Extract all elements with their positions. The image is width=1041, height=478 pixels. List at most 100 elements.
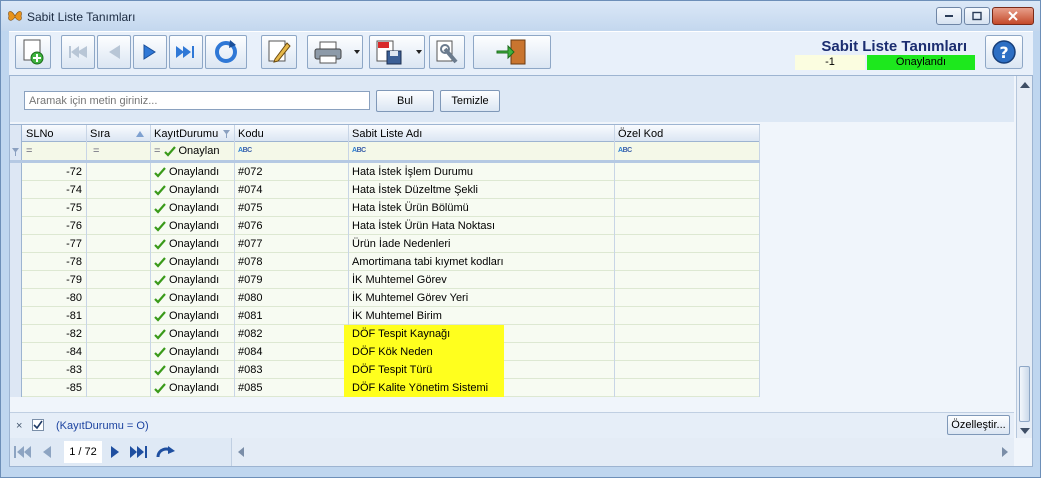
first-record-button[interactable] xyxy=(61,35,95,69)
filter-enable-checkbox[interactable] xyxy=(32,419,44,431)
cell-kayitdurumu[interactable]: Onaylandı xyxy=(151,163,235,181)
row-indicator[interactable] xyxy=(10,217,22,235)
cell-kodu[interactable]: #081 xyxy=(235,307,349,325)
cell-kayitdurumu[interactable]: Onaylandı xyxy=(151,379,235,397)
first-page-icon[interactable] xyxy=(14,445,32,459)
cell-kodu[interactable]: #080 xyxy=(235,289,349,307)
cell-sabit-liste-adi[interactable]: Hata İstek Düzeltme Şekli xyxy=(349,181,615,199)
cell-sira[interactable] xyxy=(87,343,151,361)
cell-ozel-kod[interactable] xyxy=(615,343,760,361)
cell-slno[interactable]: -85 xyxy=(23,379,87,397)
row-indicator[interactable] xyxy=(10,163,22,181)
scroll-thumb[interactable] xyxy=(1019,366,1030,422)
filter-slno[interactable]: = xyxy=(23,142,87,160)
filter-ozel-kod[interactable]: ABC xyxy=(615,142,760,160)
minimize-button[interactable] xyxy=(936,7,962,25)
cell-kayitdurumu[interactable]: Onaylandı xyxy=(151,217,235,235)
cell-kodu[interactable]: #079 xyxy=(235,271,349,289)
cell-sabit-liste-adi[interactable]: DÖF Kalite Yönetim Sistemi xyxy=(349,379,615,397)
cell-ozel-kod[interactable] xyxy=(615,199,760,217)
print-button[interactable] xyxy=(307,35,363,69)
maximize-button[interactable] xyxy=(964,7,990,25)
row-indicator[interactable] xyxy=(10,379,22,397)
cell-kodu[interactable]: #075 xyxy=(235,199,349,217)
search-input[interactable] xyxy=(24,91,370,110)
cell-kayitdurumu[interactable]: Onaylandı xyxy=(151,181,235,199)
filter-kayitdurumu[interactable]: = Onaylan xyxy=(151,142,235,160)
cell-sabit-liste-adi[interactable]: Hata İstek Ürün Hata Noktası xyxy=(349,217,615,235)
table-row[interactable]: -76 Onaylandı #076 Hata İstek Ürün Hata Nok… xyxy=(10,217,760,235)
cell-kodu[interactable]: #072 xyxy=(235,163,349,181)
cell-ozel-kod[interactable] xyxy=(615,163,760,181)
cell-sira[interactable] xyxy=(87,379,151,397)
cell-slno[interactable]: -80 xyxy=(23,289,87,307)
table-row[interactable]: -82 Onaylandı #082 DÖF Tespit Kaynağı xyxy=(10,325,760,343)
cell-sira[interactable] xyxy=(87,361,151,379)
vertical-scrollbar[interactable] xyxy=(1016,76,1032,438)
row-indicator[interactable] xyxy=(10,307,22,325)
column-header-sira[interactable]: Sıra xyxy=(87,125,151,143)
find-button[interactable]: Bul xyxy=(376,90,434,112)
cell-slno[interactable]: -76 xyxy=(23,217,87,235)
cell-slno[interactable]: -72 xyxy=(23,163,87,181)
prev-page-icon[interactable] xyxy=(42,445,52,459)
filter-expression[interactable]: (KayıtDurumu = O) xyxy=(56,420,149,432)
cell-ozel-kod[interactable] xyxy=(615,289,760,307)
cell-slno[interactable]: -78 xyxy=(23,253,87,271)
table-row[interactable]: -78 Onaylandı #078 Amortimana tabi kıymet k… xyxy=(10,253,760,271)
row-indicator[interactable] xyxy=(10,289,22,307)
cell-sabit-liste-adi[interactable]: İK Muhtemel Görev Yeri xyxy=(349,289,615,307)
cell-kodu[interactable]: #082 xyxy=(235,325,349,343)
cell-sira[interactable] xyxy=(87,253,151,271)
cell-sabit-liste-adi[interactable]: İK Muhtemel Görev xyxy=(349,271,615,289)
cell-sira[interactable] xyxy=(87,199,151,217)
cell-slno[interactable]: -84 xyxy=(23,343,87,361)
row-indicator[interactable] xyxy=(10,271,22,289)
cell-kodu[interactable]: #076 xyxy=(235,217,349,235)
cell-sira[interactable] xyxy=(87,217,151,235)
cell-ozel-kod[interactable] xyxy=(615,271,760,289)
cell-ozel-kod[interactable] xyxy=(615,307,760,325)
pdf-save-button[interactable] xyxy=(369,35,425,69)
table-row[interactable]: -75 Onaylandı #075 Hata İstek Ürün Bölümü xyxy=(10,199,760,217)
cell-ozel-kod[interactable] xyxy=(615,235,760,253)
cell-sabit-liste-adi[interactable]: DÖF Kök Neden xyxy=(349,343,615,361)
table-row[interactable]: -72 Onaylandı #072 Hata İstek İşlem Durumu xyxy=(10,163,760,181)
cell-ozel-kod[interactable] xyxy=(615,253,760,271)
cell-slno[interactable]: -75 xyxy=(23,199,87,217)
cell-sabit-liste-adi[interactable]: DÖF Tespit Kaynağı xyxy=(349,325,615,343)
refresh-button[interactable] xyxy=(205,35,247,69)
table-row[interactable]: -74 Onaylandı #074 Hata İstek Düzeltme Şekl… xyxy=(10,181,760,199)
cell-kayitdurumu[interactable]: Onaylandı xyxy=(151,253,235,271)
cell-kodu[interactable]: #085 xyxy=(235,379,349,397)
cell-kayitdurumu[interactable]: Onaylandı xyxy=(151,271,235,289)
cell-sira[interactable] xyxy=(87,271,151,289)
cell-kodu[interactable]: #077 xyxy=(235,235,349,253)
cell-ozel-kod[interactable] xyxy=(615,217,760,235)
close-button[interactable] xyxy=(992,7,1034,25)
cell-kodu[interactable]: #078 xyxy=(235,253,349,271)
column-header-sabit-liste-adi[interactable]: Sabit Liste Adı xyxy=(349,125,615,143)
cell-slno[interactable]: -83 xyxy=(23,361,87,379)
row-indicator[interactable] xyxy=(10,199,22,217)
cell-sabit-liste-adi[interactable]: Hata İstek Ürün Bölümü xyxy=(349,199,615,217)
cell-kayitdurumu[interactable]: Onaylandı xyxy=(151,307,235,325)
cell-slno[interactable]: -82 xyxy=(23,325,87,343)
cell-sira[interactable] xyxy=(87,181,151,199)
row-indicator[interactable] xyxy=(10,325,22,343)
filter-sabit-liste-adi[interactable]: ABC xyxy=(349,142,615,160)
cell-ozel-kod[interactable] xyxy=(615,181,760,199)
next-page-icon[interactable] xyxy=(110,445,120,459)
cell-sabit-liste-adi[interactable]: Amortimana tabi kıymet kodları xyxy=(349,253,615,271)
tools-button[interactable] xyxy=(429,35,465,69)
column-header-kodu[interactable]: Kodu xyxy=(235,125,349,143)
row-indicator[interactable] xyxy=(10,181,22,199)
cell-sira[interactable] xyxy=(87,307,151,325)
cell-sabit-liste-adi[interactable]: Hata İstek İşlem Durumu xyxy=(349,163,615,181)
filter-sira[interactable]: = xyxy=(87,142,151,160)
cell-sira[interactable] xyxy=(87,235,151,253)
cell-sira[interactable] xyxy=(87,289,151,307)
cell-ozel-kod[interactable] xyxy=(615,361,760,379)
table-row[interactable]: -84 Onaylandı #084 DÖF Kök Neden xyxy=(10,343,760,361)
cell-ozel-kod[interactable] xyxy=(615,325,760,343)
